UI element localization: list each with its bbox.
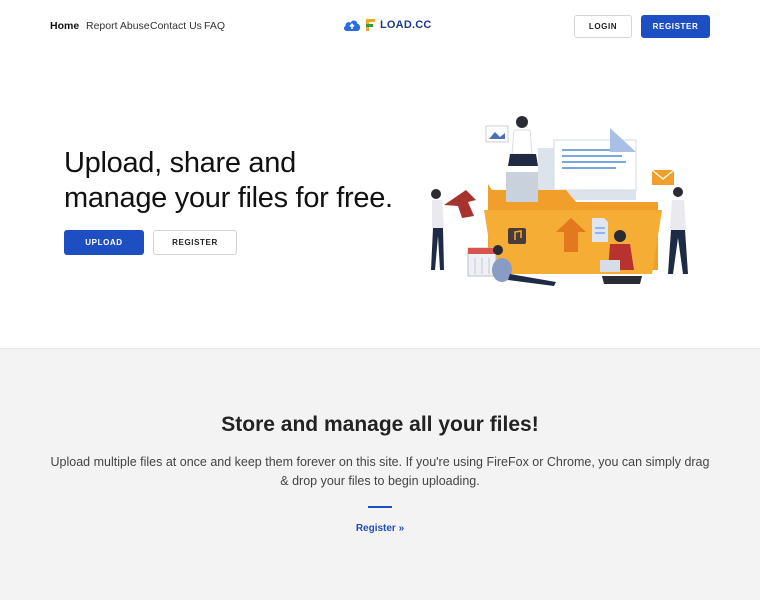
nav-home-link[interactable]: Home — [50, 20, 79, 32]
nav-faq-link[interactable]: FAQ — [204, 20, 225, 32]
section-divider — [368, 506, 392, 508]
image-card-icon — [485, 125, 509, 143]
person-figure — [506, 116, 538, 202]
upload-button[interactable]: UPLOAD — [64, 230, 144, 255]
nav-report-abuse-link[interactable]: Report Abuse — [86, 20, 150, 32]
mail-icon — [651, 169, 675, 185]
features-description: Upload multiple files at once and keep t… — [50, 455, 710, 488]
register-link[interactable]: Register » — [0, 523, 760, 534]
file-sharing-illustration — [431, 116, 688, 286]
share-arrow-icon — [444, 190, 476, 218]
top-nav: Home Report Abuse Contact Us FAQ LOAD.CC… — [0, 0, 760, 52]
login-button[interactable]: LOGIN — [574, 15, 632, 38]
cloud-upload-icon — [343, 20, 361, 31]
nav-contact-us-link[interactable]: Contact Us — [150, 20, 202, 32]
person-figure — [668, 187, 688, 274]
register-button[interactable]: REGISTER — [641, 15, 710, 38]
document-sheets — [538, 128, 637, 200]
file-letter-icon — [366, 19, 375, 31]
logo-text: LOAD.CC — [380, 19, 432, 31]
music-note-icon — [508, 228, 526, 244]
site-logo[interactable]: LOAD.CC — [342, 14, 432, 36]
hero-title: Upload, share and manage your files for … — [64, 147, 393, 214]
features-section: Store and manage all your files! Upload … — [0, 348, 760, 600]
hero-register-button[interactable]: REGISTER — [153, 230, 237, 255]
person-figure — [431, 189, 444, 270]
document-icon — [592, 218, 608, 242]
calendar-icon — [467, 247, 497, 277]
features-title: Store and manage all your files! — [221, 413, 539, 436]
